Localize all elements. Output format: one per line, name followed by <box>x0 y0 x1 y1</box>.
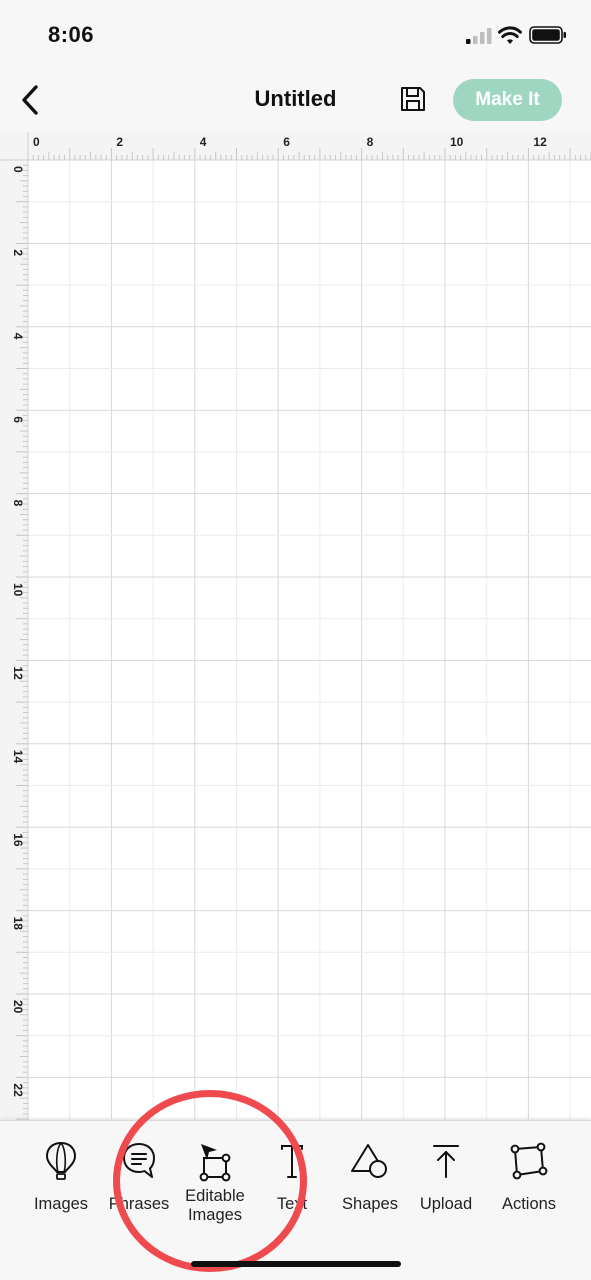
back-button[interactable] <box>12 78 48 122</box>
toolbar-item-more[interactable] <box>582 1139 591 1239</box>
left-ruler-label: 12 <box>11 666 25 680</box>
toolbar-item-editable-images[interactable]: Editable Images <box>176 1139 254 1239</box>
bottom-toolbar: Images Phrases Editable Images Text Shap… <box>0 1120 591 1280</box>
top-ruler-label: 0 <box>33 135 40 149</box>
top-ruler-label: 10 <box>450 135 464 149</box>
floppy-disk-icon <box>401 87 425 111</box>
top-ruler-label: 12 <box>533 135 547 149</box>
left-ruler-label: 6 <box>11 416 25 423</box>
make-it-button[interactable]: Make It <box>453 79 562 121</box>
toolbar-item-label: Editable Images <box>185 1187 245 1225</box>
text-icon <box>281 1145 303 1178</box>
left-ruler-label: 18 <box>11 917 25 931</box>
label-line-2: Images <box>187 1206 243 1224</box>
upload-icon <box>433 1145 459 1178</box>
toolbar-item-upload[interactable]: Upload <box>414 1139 478 1239</box>
cellular-signal-icon <box>466 28 492 44</box>
left-ruler-label: 8 <box>11 500 25 507</box>
speech-bubble-icon <box>123 1143 155 1178</box>
save-button[interactable] <box>400 86 426 112</box>
design-canvas[interactable]: 0 2 4 6 8 10 12 0 2 4 6 8 10 12 14 16 18 20 22 <box>0 132 591 1120</box>
top-ruler-label: 6 <box>283 135 290 149</box>
status-bar: 8:06 <box>0 0 591 68</box>
actions-icon <box>510 1142 548 1180</box>
left-ruler-label: 0 <box>11 166 25 173</box>
toolbar-item-actions[interactable]: Actions <box>494 1139 564 1239</box>
hot-air-balloon-icon <box>45 1141 77 1180</box>
left-ruler-label: 16 <box>11 833 25 847</box>
toolbar-item-label: Text <box>276 1195 308 1213</box>
toolbar-item-label: Shapes <box>342 1195 398 1213</box>
top-nav-bar: Untitled Make It <box>0 68 591 132</box>
left-ruler-label: 4 <box>11 333 25 340</box>
canvas-grid[interactable]: 0 2 4 6 8 10 12 0 2 4 6 8 10 12 14 16 18 20 22 <box>0 132 591 1120</box>
left-ruler-label: 14 <box>11 750 25 764</box>
toolbar-item-images[interactable]: Images <box>28 1139 94 1239</box>
left-ruler-label: 2 <box>11 249 25 256</box>
label-line-1: Editable <box>185 1187 245 1205</box>
top-ruler-label: 4 <box>200 135 207 149</box>
toolbar-item-shapes[interactable]: Shapes <box>336 1139 404 1239</box>
toolbar-item-label: Upload <box>419 1195 473 1213</box>
top-ruler-label: 2 <box>116 135 123 149</box>
chevron-left-icon <box>22 85 38 115</box>
toolbar-item-label: Actions <box>501 1195 557 1213</box>
status-time: 8:06 <box>48 22 95 47</box>
home-indicator <box>191 1261 401 1267</box>
toolbar-item-phrases[interactable]: Phrases <box>104 1139 174 1239</box>
shapes-icon <box>351 1144 387 1178</box>
wifi-icon <box>498 26 522 44</box>
battery-icon <box>529 26 566 44</box>
left-ruler-label: 22 <box>11 1083 25 1097</box>
left-ruler-label: 20 <box>11 1000 25 1014</box>
toolbar-item-label: Images <box>33 1195 89 1213</box>
editable-image-icon <box>199 1144 231 1182</box>
toolbar-item-label: Phrases <box>108 1195 170 1213</box>
left-ruler-label: 10 <box>11 583 25 597</box>
toolbar-item-text[interactable]: Text <box>266 1139 318 1239</box>
top-ruler-label: 8 <box>367 135 374 149</box>
